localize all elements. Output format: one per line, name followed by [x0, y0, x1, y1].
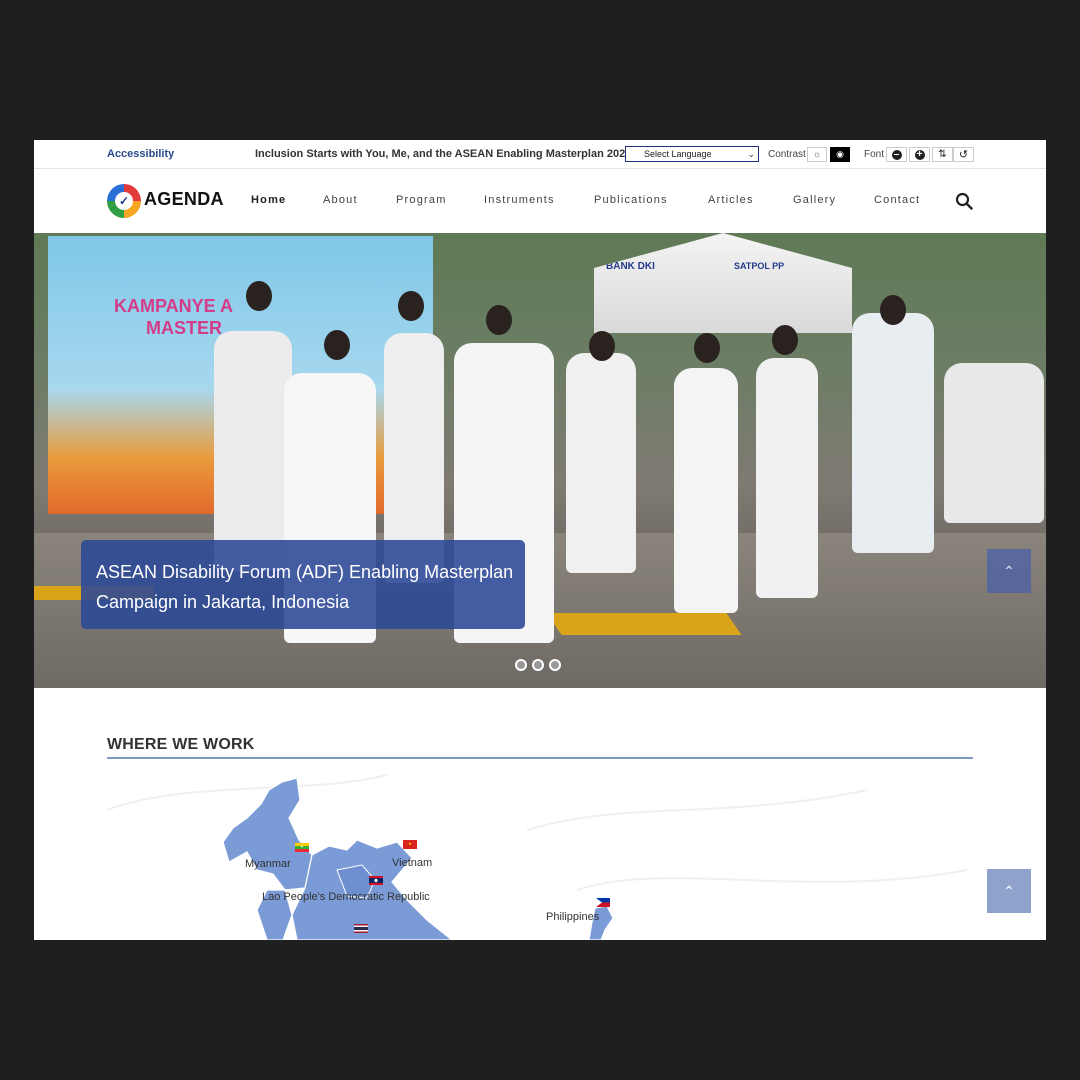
text-size-icon: ⇅ — [938, 149, 947, 160]
dancer-head — [398, 291, 424, 321]
dancer-head — [694, 333, 720, 363]
dancer-head — [486, 305, 512, 335]
dancer-head — [324, 330, 350, 360]
slide-caption: ASEAN Disability Forum (ADF) Enabling Ma… — [81, 540, 525, 629]
slider-dots — [515, 659, 561, 671]
agenda-logo[interactable]: ✓ — [107, 184, 141, 218]
contrast-label: Contrast — [768, 149, 806, 160]
nav-home[interactable]: Home — [251, 194, 286, 206]
dancer-figure — [566, 353, 636, 573]
font-decrease-button[interactable]: – — [886, 147, 907, 162]
nav-contact[interactable]: Contact — [874, 194, 920, 206]
nav-about[interactable]: About — [323, 194, 358, 206]
plus-icon: + — [914, 149, 925, 160]
check-icon: ✓ — [115, 192, 133, 210]
minus-icon: – — [891, 149, 902, 160]
dancer-figure — [852, 313, 934, 553]
dancer-figure — [756, 358, 818, 598]
road-marking-2 — [546, 613, 742, 635]
laos-flag-icon — [369, 876, 383, 885]
utility-bar: Accessibility Inclusion Starts with You,… — [34, 140, 1046, 169]
thailand-flag-icon — [354, 924, 368, 933]
nav-articles[interactable]: Articles — [708, 194, 754, 206]
country-label-laos[interactable]: Lao People's Democratic Republic — [262, 891, 430, 903]
nav-publications[interactable]: Publications — [594, 194, 668, 206]
sun-icon: ☼ — [812, 149, 822, 159]
tent-image: BANK DKI SATPOL PP — [594, 233, 852, 333]
main-nav: ✓ AGENDA Home About Program Instruments … — [34, 169, 1046, 233]
chevron-down-icon: ⌄ — [747, 149, 755, 159]
font-size-button[interactable]: ⇅ — [932, 147, 953, 162]
chevron-up-icon: ⌃ — [1003, 563, 1015, 579]
philippines-flag-icon — [596, 898, 610, 907]
contrast-normal-button[interactable]: ☼ — [807, 147, 827, 162]
scroll-to-top-button[interactable]: ⌃ — [987, 869, 1031, 913]
brand-name[interactable]: AGENDA — [144, 189, 224, 210]
font-label: Font — [864, 149, 885, 160]
tent-text-2: SATPOL PP — [734, 261, 785, 271]
country-label-vietnam[interactable]: Vietnam — [392, 857, 432, 869]
section-divider — [107, 757, 973, 759]
dancer-head — [772, 325, 798, 355]
slider-dot-3[interactable] — [549, 659, 561, 671]
tent-text: BANK DKI — [606, 261, 655, 272]
myanmar-flag-icon — [295, 843, 309, 852]
nav-gallery[interactable]: Gallery — [793, 194, 836, 206]
eye-icon: ◉ — [836, 149, 844, 159]
vietnam-flag-icon — [403, 840, 417, 849]
contrast-high-button[interactable]: ◉ — [830, 147, 850, 162]
section-heading: WHERE WE WORK — [107, 736, 255, 753]
chevron-up-icon: ⌃ — [1003, 883, 1015, 899]
myanmar-region — [222, 777, 313, 891]
dancer-figure — [214, 331, 292, 571]
reset-button[interactable]: ↺ — [953, 147, 974, 162]
reset-icon: ↺ — [958, 149, 969, 161]
crowd-figure — [944, 363, 1044, 523]
hero-scroll-up-button[interactable]: ⌃ — [987, 549, 1031, 593]
tagline: Inclusion Starts with You, Me, and the A… — [255, 148, 632, 160]
asean-map[interactable]: Myanmar Vietnam Lao People's Democratic … — [107, 770, 973, 940]
search-icon[interactable] — [955, 192, 973, 210]
hero-slider[interactable]: KAMPANYE A MASTER BANK DKI SATPOL PP ASE… — [34, 233, 1046, 688]
slider-dot-2[interactable] — [532, 659, 544, 671]
dancer-head — [589, 331, 615, 361]
language-select[interactable]: Select Language ⌄ — [625, 146, 759, 162]
slider-dot-1[interactable] — [515, 659, 527, 671]
browser-page: Accessibility Inclusion Starts with You,… — [34, 140, 1046, 940]
nav-instruments[interactable]: Instruments — [484, 194, 555, 206]
country-label-philippines[interactable]: Philippines — [546, 911, 599, 923]
banner-text-2: MASTER — [146, 318, 222, 338]
dancer-head — [246, 281, 272, 311]
font-increase-button[interactable]: + — [909, 147, 930, 162]
accessibility-link[interactable]: Accessibility — [107, 148, 174, 160]
nav-program[interactable]: Program — [396, 194, 447, 206]
banner-text: KAMPANYE A — [114, 296, 234, 316]
dancer-head — [880, 295, 906, 325]
dancer-figure — [674, 368, 738, 613]
country-label-myanmar[interactable]: Myanmar — [245, 858, 291, 870]
slide-caption-text: ASEAN Disability Forum (ADF) Enabling Ma… — [96, 562, 514, 612]
language-select-label: Select Language — [644, 149, 712, 159]
mainland-region — [291, 839, 453, 940]
map-svg — [107, 774, 968, 940]
